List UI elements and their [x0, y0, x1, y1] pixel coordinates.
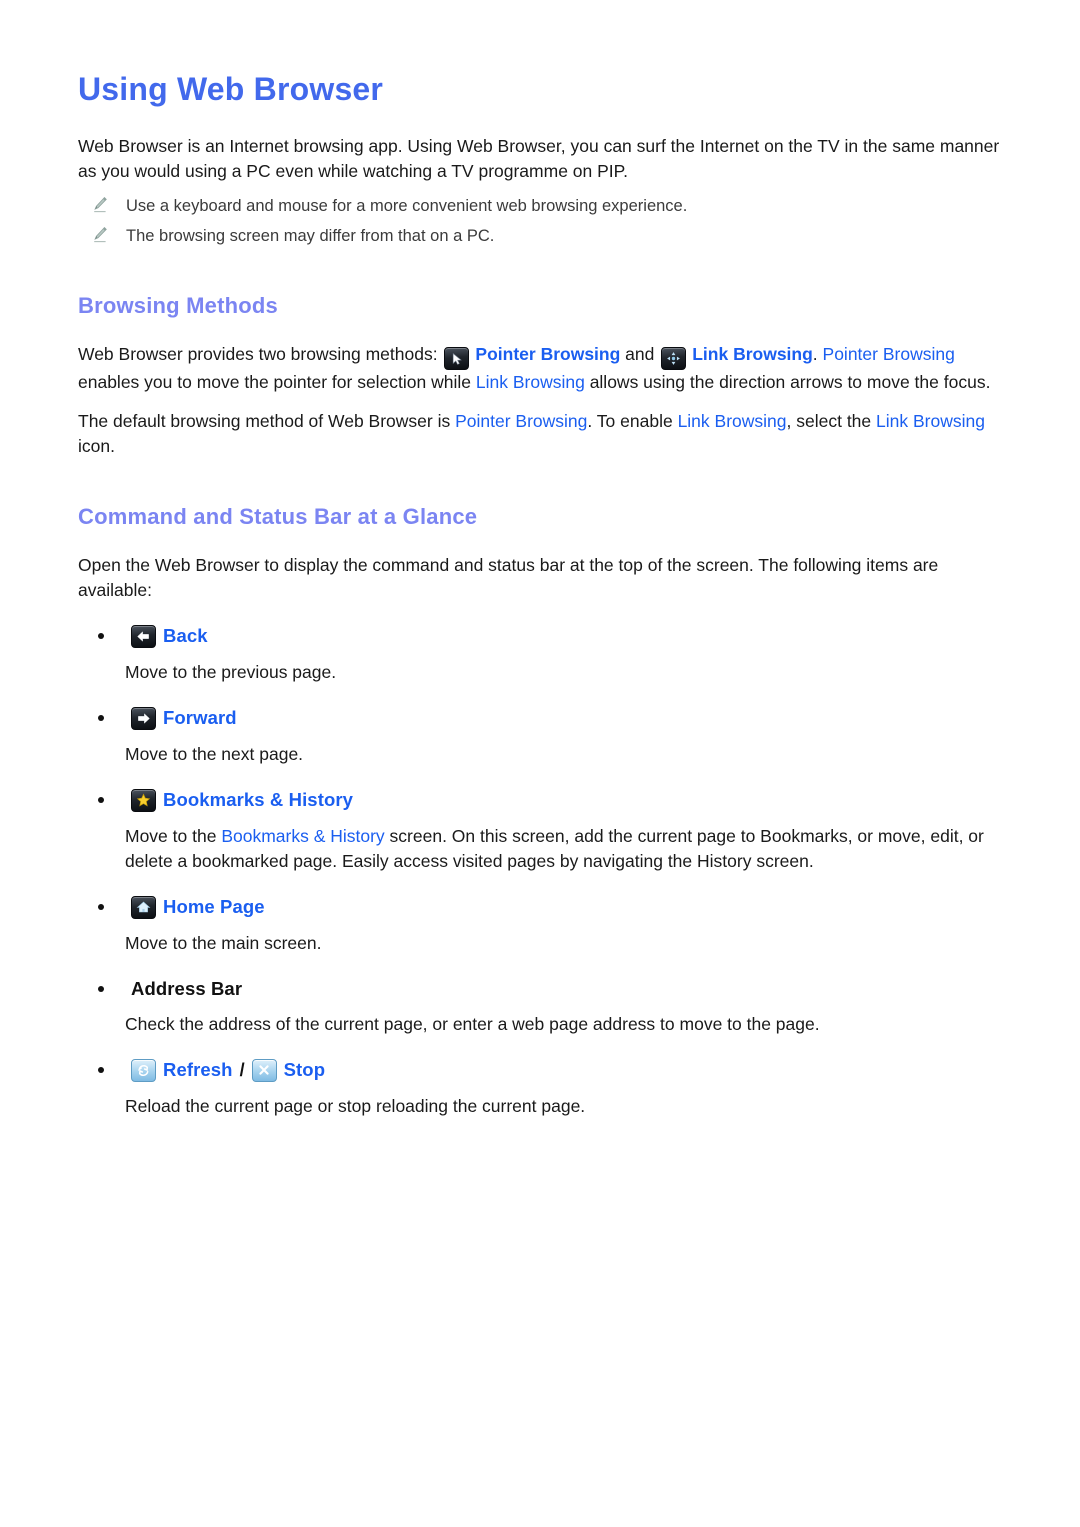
list-item-label[interactable]: Home Page — [163, 896, 265, 918]
list-item-description: Move to the Bookmarks & History screen. … — [125, 824, 1002, 874]
label-separator: / — [239, 1059, 245, 1080]
text-segment: and — [620, 343, 660, 364]
note-text: The browsing screen may differ from that… — [126, 227, 495, 246]
pencil-icon — [92, 226, 108, 244]
bullet-dot — [98, 715, 104, 722]
link-browsing-icon[interactable] — [661, 346, 687, 370]
list-item: Home Page — [98, 895, 1002, 919]
text-segment: The default browsing method of Web Brows… — [78, 411, 456, 432]
list-item-label: Address Bar — [131, 977, 243, 999]
bookmarks-history-link[interactable]: Bookmarks & History — [221, 826, 384, 846]
list-item-description: Move to the previous page. — [125, 661, 337, 682]
text-segment: . To enable — [587, 411, 678, 432]
browsing-methods-paragraph-1: Web Browser provides two browsing method… — [78, 342, 1002, 396]
forward-arrow-icon[interactable] — [131, 706, 156, 730]
bullet-dot — [98, 985, 104, 992]
link-browsing-link[interactable]: Link Browsing — [678, 411, 787, 431]
pointer-browsing-link[interactable]: Pointer Browsing — [455, 411, 587, 431]
list-item: Forward — [98, 706, 1002, 730]
list-item-label-stop[interactable]: Stop — [284, 1059, 326, 1081]
list-item: Refresh / Stop — [98, 1058, 1002, 1082]
list-item: Back — [98, 624, 1002, 648]
pointer-browsing-icon[interactable] — [444, 347, 470, 371]
text-segment: , select the — [786, 411, 877, 432]
list-item-label[interactable]: Bookmarks & History — [163, 789, 353, 811]
list-item-description: Check the address of the current page, o… — [125, 1013, 820, 1034]
text-segment: enables you to move the pointer for sele… — [78, 372, 476, 393]
browsing-methods-paragraph-2: The default browsing method of Web Brows… — [78, 409, 1002, 459]
text-segment: Move to the — [125, 825, 222, 846]
bullet-dot — [98, 633, 104, 640]
intro-line-1: Web Browser is an Internet browsing app.… — [78, 136, 859, 157]
list-item: Address Bar — [98, 978, 1002, 1000]
list-item-label[interactable]: Forward — [163, 707, 237, 729]
text-segment: icon. — [78, 436, 115, 457]
note-row: The browsing screen may differ from that… — [92, 224, 1002, 248]
list-item-label[interactable]: Back — [163, 625, 208, 647]
stop-x-icon[interactable] — [251, 1058, 277, 1082]
list-item-description: Move to the next page. — [125, 743, 304, 764]
text-segment: Web Browser provides two browsing method… — [78, 343, 443, 364]
list-item-description: Move to the main screen. — [125, 932, 322, 953]
bullet-dot — [98, 797, 104, 804]
list-item-description: Reload the current page or stop reloadin… — [125, 1095, 586, 1116]
home-icon[interactable] — [131, 895, 156, 919]
note-row: Use a keyboard and mouse for a more conv… — [92, 194, 1002, 218]
star-bookmark-icon[interactable] — [131, 788, 156, 812]
document-page: Using Web Browser Web Browser is an Inte… — [0, 0, 1080, 1119]
page-title: Using Web Browser — [78, 71, 384, 107]
section-heading-command-status-bar: Command and Status Bar at a Glance — [78, 504, 478, 530]
list-item-label[interactable]: Refresh — [163, 1059, 233, 1081]
text-segment: . — [812, 343, 823, 364]
pointer-browsing-link[interactable]: Pointer Browsing — [823, 344, 955, 364]
bullet-dot — [98, 904, 104, 911]
back-arrow-icon[interactable] — [131, 624, 156, 648]
refresh-icon[interactable] — [131, 1058, 156, 1082]
link-browsing-link[interactable]: Link Browsing — [476, 372, 585, 392]
pencil-icon — [92, 196, 108, 214]
section-heading-browsing-methods: Browsing Methods — [78, 293, 278, 319]
text-segment: allows using the direction arrows to mov… — [584, 372, 991, 393]
link-browsing-link[interactable]: Link Browsing — [692, 344, 813, 364]
pointer-browsing-link[interactable]: Pointer Browsing — [475, 344, 620, 364]
intro-paragraph: Web Browser is an Internet browsing app.… — [78, 134, 1002, 184]
list-item: Bookmarks & History — [98, 788, 1002, 812]
link-browsing-link[interactable]: Link Browsing — [876, 411, 985, 431]
note-text: Use a keyboard and mouse for a more conv… — [126, 197, 688, 216]
bullet-dot — [98, 1067, 104, 1074]
command-status-bar-intro: Open the Web Browser to display the comm… — [78, 554, 939, 600]
